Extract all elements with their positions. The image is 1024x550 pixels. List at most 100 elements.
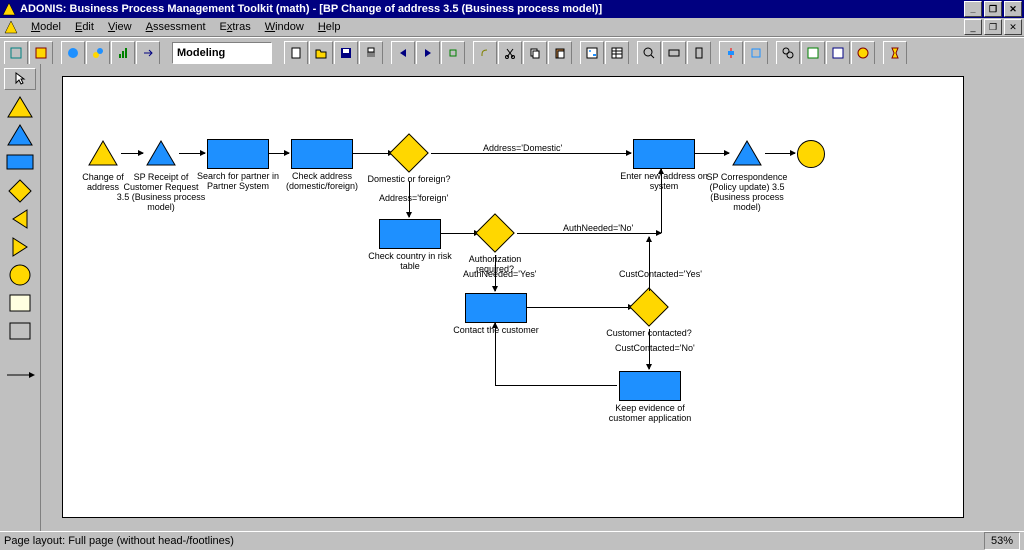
node-check-label: Check address (domestic/foreign): [277, 171, 367, 191]
palette-note[interactable]: [5, 292, 35, 314]
palette-connector[interactable]: [5, 364, 35, 386]
undo-button[interactable]: [473, 41, 497, 65]
menu-extras[interactable]: Extras: [213, 20, 258, 34]
node-decision-domestic[interactable]: Domestic or foreign?: [395, 139, 423, 167]
node-risk[interactable]: Check country in risk table: [379, 219, 441, 249]
mdi-minimize-button[interactable]: _: [964, 19, 982, 35]
view-table-button[interactable]: [605, 41, 629, 65]
app-icon: [2, 2, 16, 16]
back-button[interactable]: [391, 41, 415, 65]
menu-edit[interactable]: Edit: [68, 20, 101, 34]
diagram-canvas[interactable]: Change of address SP Receipt of Customer…: [62, 76, 964, 518]
node-correspondence[interactable]: SP Correspondence (Policy update) 3.5 (B…: [731, 139, 763, 169]
edge-loop-h[interactable]: [495, 385, 617, 386]
node-enter[interactable]: Enter new address on system: [633, 139, 695, 169]
doc-icon: [4, 20, 18, 34]
tool-modeling-icon[interactable]: [29, 41, 53, 65]
menu-assessment[interactable]: Assessment: [139, 20, 213, 34]
node-search-label: Search for partner in Partner System: [193, 171, 283, 191]
status-zoom: 53%: [984, 532, 1020, 550]
edge-authno-h[interactable]: [517, 233, 661, 234]
element-palette: [0, 64, 41, 532]
edge[interactable]: [765, 153, 795, 154]
print-button[interactable]: [359, 41, 383, 65]
edge-domestic[interactable]: [431, 153, 631, 154]
edge-contyes[interactable]: [649, 237, 650, 291]
palette-end-event[interactable]: [5, 264, 35, 286]
tool-acquisition-icon[interactable]: [4, 41, 28, 65]
palette-activity[interactable]: [5, 152, 35, 174]
new-button[interactable]: [284, 41, 308, 65]
edge[interactable]: [441, 233, 479, 234]
node-receipt[interactable]: SP Receipt of Customer Request 3.5 (Busi…: [145, 139, 177, 169]
check-model-button[interactable]: [801, 41, 825, 65]
minimize-button[interactable]: _: [964, 1, 982, 17]
snap-button[interactable]: [744, 41, 768, 65]
node-enter-label: Enter new address on system: [619, 171, 709, 191]
find-button[interactable]: [776, 41, 800, 65]
palette-start-event[interactable]: [5, 96, 35, 118]
fit-width-button[interactable]: [662, 41, 686, 65]
menu-bar: Model Edit View Assessment Extras Window…: [0, 18, 1024, 37]
edge-contno-label: CustContacted='No': [615, 343, 695, 353]
generate-button[interactable]: [851, 41, 875, 65]
align-button[interactable]: [719, 41, 743, 65]
tool-analysis-icon[interactable]: [61, 41, 85, 65]
palette-swimlane[interactable]: [5, 320, 35, 342]
status-bar: Page layout: Full page (without head-/fo…: [0, 531, 1024, 550]
node-end[interactable]: [797, 140, 825, 168]
palette-decision[interactable]: [5, 180, 35, 202]
tool-simulation-icon[interactable]: [86, 41, 110, 65]
palette-merge-right[interactable]: [5, 236, 35, 258]
node-decision-auth[interactable]: Authorization required?: [481, 219, 509, 247]
zoom-button[interactable]: [637, 41, 661, 65]
node-check[interactable]: Check address (domestic/foreign): [291, 139, 353, 169]
forward-button[interactable]: [416, 41, 440, 65]
canvas-area[interactable]: Change of address SP Receipt of Customer…: [44, 70, 1014, 526]
title-bar: ADONIS: Business Process Management Tool…: [0, 0, 1024, 18]
node-contact[interactable]: Contact the customer: [465, 293, 527, 323]
edge-domestic-label: Address='Domestic': [483, 143, 562, 153]
edge[interactable]: [121, 153, 143, 154]
node-decision-contacted[interactable]: Customer contacted?: [635, 293, 663, 321]
close-button[interactable]: ✕: [1004, 1, 1022, 17]
attributes-button[interactable]: [826, 41, 850, 65]
fit-page-button[interactable]: [687, 41, 711, 65]
tool-evaluation-icon[interactable]: [111, 41, 135, 65]
palette-subprocess[interactable]: [5, 124, 35, 146]
edge-loop-v[interactable]: [495, 323, 496, 385]
edge-authno-v[interactable]: [661, 169, 662, 233]
open-button[interactable]: [309, 41, 333, 65]
edge-authyes-label: AuthNeeded='Yes': [463, 269, 536, 279]
node-keep[interactable]: Keep evidence of customer application: [619, 371, 681, 401]
edge[interactable]: [695, 153, 729, 154]
palette-merge-left[interactable]: [5, 208, 35, 230]
menu-model[interactable]: Model: [24, 20, 68, 34]
cut-button[interactable]: [498, 41, 522, 65]
edge-foreign-label: Address='foreign': [379, 193, 448, 203]
time-button[interactable]: [883, 41, 907, 65]
mode-label: Modeling: [177, 47, 225, 59]
mode-selector[interactable]: Modeling: [172, 42, 272, 64]
edge[interactable]: [353, 153, 393, 154]
node-search[interactable]: Search for partner in Partner System: [207, 139, 269, 169]
save-button[interactable]: [334, 41, 358, 65]
mdi-close-button[interactable]: ✕: [1004, 19, 1022, 35]
palette-pointer[interactable]: [4, 68, 36, 90]
node-start[interactable]: Change of address: [87, 139, 119, 169]
edge-authno-label: AuthNeeded='No': [563, 223, 633, 233]
menu-window[interactable]: Window: [258, 20, 311, 34]
mdi-maximize-button[interactable]: ❐: [984, 19, 1002, 35]
view-graphic-button[interactable]: [580, 41, 604, 65]
maximize-button[interactable]: ❐: [984, 1, 1002, 17]
menu-help[interactable]: Help: [311, 20, 348, 34]
edge[interactable]: [527, 307, 633, 308]
menu-view[interactable]: View: [101, 20, 139, 34]
paste-button[interactable]: [548, 41, 572, 65]
copy-button[interactable]: [523, 41, 547, 65]
node-risk-label: Check country in risk table: [365, 251, 455, 271]
refresh-button[interactable]: [441, 41, 465, 65]
edge[interactable]: [179, 153, 205, 154]
tool-import-export-icon[interactable]: [136, 41, 160, 65]
edge[interactable]: [269, 153, 289, 154]
